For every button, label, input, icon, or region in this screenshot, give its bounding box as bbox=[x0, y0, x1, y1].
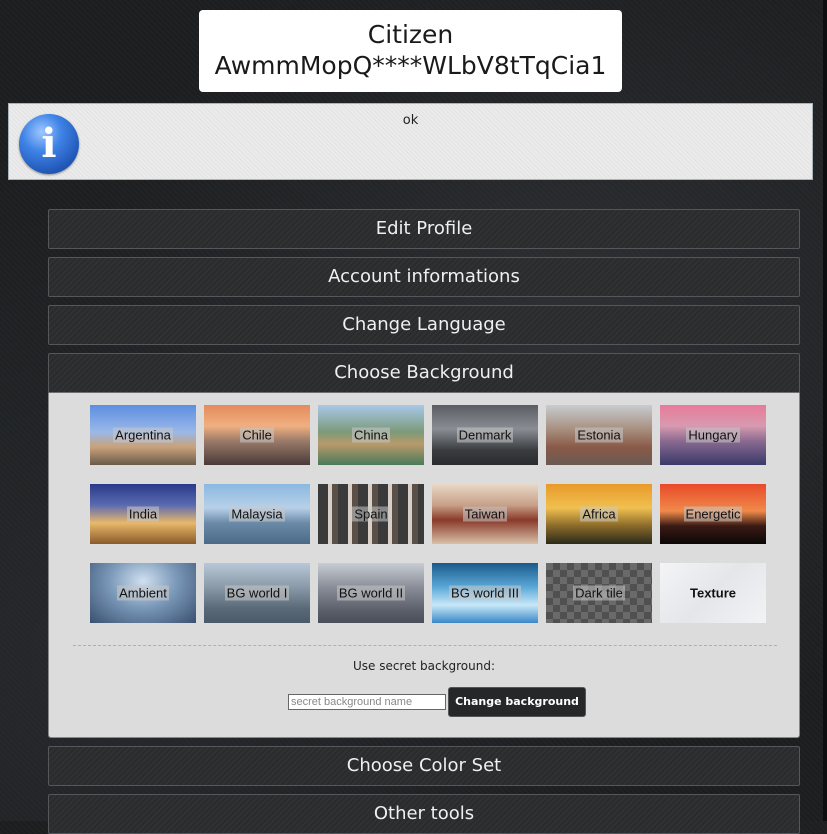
info-notification: i ok bbox=[8, 103, 813, 180]
background-option-denmark[interactable]: Denmark bbox=[432, 405, 538, 465]
background-option-hungary[interactable]: Hungary bbox=[660, 405, 766, 465]
section-choose-color-set[interactable]: Choose Color Set bbox=[48, 746, 800, 786]
background-label: BG world I bbox=[224, 585, 290, 601]
background-option-energetic[interactable]: Energetic bbox=[660, 484, 766, 544]
window-edge bbox=[823, 0, 827, 821]
info-message: ok bbox=[402, 113, 419, 128]
page-title: Citizen AwmmMopQ****WLbV8tTqCia1 bbox=[199, 10, 622, 92]
background-label: China bbox=[352, 427, 390, 443]
divider bbox=[73, 645, 777, 646]
background-option-china[interactable]: China bbox=[318, 405, 424, 465]
secret-background-label: Use secret background: bbox=[352, 659, 496, 673]
section-other-tools[interactable]: Other tools bbox=[48, 794, 800, 834]
background-label: India bbox=[126, 506, 160, 522]
background-label: Malaysia bbox=[229, 506, 285, 522]
section-account-informations[interactable]: Account informations bbox=[48, 257, 800, 297]
background-option-ambient[interactable]: Ambient bbox=[90, 563, 196, 623]
background-option-estonia[interactable]: Estonia bbox=[546, 405, 652, 465]
background-option-bg-world-iii[interactable]: BG world III bbox=[432, 563, 538, 623]
background-option-texture[interactable]: Texture bbox=[660, 563, 766, 623]
background-option-bg-world-i[interactable]: BG world I bbox=[204, 563, 310, 623]
background-label: Estonia bbox=[575, 427, 623, 443]
background-option-india[interactable]: India bbox=[90, 484, 196, 544]
background-option-africa[interactable]: Africa bbox=[546, 484, 652, 544]
section-change-language[interactable]: Change Language bbox=[48, 305, 800, 345]
background-label: BG world III bbox=[449, 585, 521, 601]
background-label: Denmark bbox=[456, 427, 514, 443]
background-label: Energetic bbox=[683, 506, 743, 522]
background-option-chile[interactable]: Chile bbox=[204, 405, 310, 465]
background-label: BG world II bbox=[336, 585, 406, 601]
background-label: Ambient bbox=[117, 585, 169, 601]
background-chooser-panel: Argentina Chile China Denmark Estonia Hu… bbox=[48, 393, 800, 738]
title-line-1: Citizen bbox=[367, 20, 454, 49]
section-choose-background[interactable]: Choose Background bbox=[48, 353, 800, 393]
background-label: Dark tile bbox=[573, 585, 625, 601]
background-label: Texture bbox=[690, 585, 736, 601]
background-option-malaysia[interactable]: Malaysia bbox=[204, 484, 310, 544]
background-option-dark-tile[interactable]: Dark tile bbox=[546, 563, 652, 623]
background-option-bg-world-ii[interactable]: BG world II bbox=[318, 563, 424, 623]
secret-background-input[interactable] bbox=[288, 694, 446, 710]
background-label: Spain bbox=[352, 506, 390, 522]
background-option-argentina[interactable]: Argentina bbox=[90, 405, 196, 465]
title-line-2: AwmmMopQ****WLbV8tTqCia1 bbox=[214, 51, 607, 80]
background-option-spain[interactable]: Spain bbox=[318, 484, 424, 544]
section-edit-profile[interactable]: Edit Profile bbox=[48, 209, 800, 249]
background-label: Taiwan bbox=[462, 506, 508, 522]
change-background-button[interactable]: Change background bbox=[448, 687, 586, 717]
background-label: Africa bbox=[580, 506, 618, 522]
background-label: Chile bbox=[240, 427, 274, 443]
background-label: Hungary bbox=[686, 427, 740, 443]
background-option-taiwan[interactable]: Taiwan bbox=[432, 484, 538, 544]
background-label: Argentina bbox=[113, 427, 173, 443]
